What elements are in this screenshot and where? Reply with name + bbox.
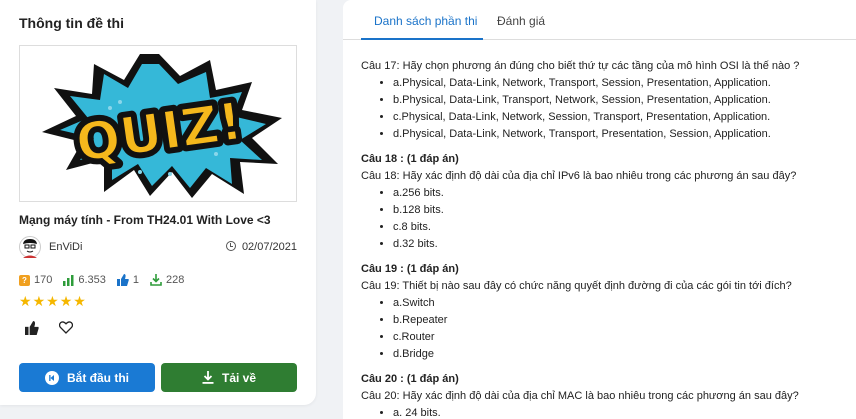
option-item: b.128 bits.: [393, 202, 851, 219]
option-item: d.Physical, Data-Link, Network, Transpor…: [393, 126, 851, 143]
view-count: 6.353: [78, 274, 106, 286]
like-count: 1: [132, 274, 140, 286]
option-item: a.Physical, Data-Link, Network, Transpor…: [393, 75, 851, 92]
download-exam-label: Tải về: [221, 370, 257, 385]
heart-icon: [59, 321, 73, 334]
tab-reviews[interactable]: Đánh giá: [497, 14, 545, 28]
stat-questions: ? 170: [19, 274, 52, 286]
start-exam-label: Bắt đầu thi: [67, 370, 129, 385]
option-list: a.Switch b.Repeater c.Router d.Bridge: [393, 295, 851, 363]
option-list: a. 24 bits.: [393, 405, 851, 419]
thumbs-up-icon: [116, 274, 129, 286]
question-count: 170: [34, 274, 53, 286]
publish-date: 02/07/2021: [225, 241, 297, 253]
thumbs-up-icon: [25, 321, 39, 335]
avatar[interactable]: [19, 236, 41, 258]
clock-icon: [225, 241, 236, 251]
question-text: Câu 17: Hãy chọn phương án đúng cho biết…: [361, 60, 800, 72]
download-icon: [150, 274, 162, 286]
option-item: d.32 bits.: [393, 236, 851, 253]
star-icon: ★: [19, 293, 32, 309]
option-item: c.8 bits.: [393, 219, 851, 236]
question-count-icon: ?: [19, 274, 30, 286]
exam-content-panel: Danh sách phần thi Đánh giá Câu 17: Hãy …: [343, 0, 856, 419]
rating-stars: ★ ★ ★ ★ ★: [19, 294, 87, 308]
stat-views: 6.353: [63, 274, 106, 286]
play-back-icon: [45, 370, 59, 385]
download-exam-button[interactable]: Tải về: [161, 363, 297, 392]
question-header: Câu 20 : (1 đáp án): [361, 373, 459, 385]
question-item: Câu 19 : (1 đáp án) Câu 19: Thiết bị nào…: [361, 261, 851, 363]
quiz-cover-image: QUIZ! QUIZ!: [19, 45, 297, 202]
stat-downloads: 228: [150, 274, 184, 286]
question-text: Câu 19: Thiết bị nào sau đây có chức năn…: [361, 280, 792, 292]
like-button[interactable]: [25, 321, 39, 335]
exam-info-title: Thông tin đề thi: [19, 15, 124, 31]
author-row: EnViDi 02/07/2021: [19, 236, 297, 258]
author-name[interactable]: EnViDi: [49, 241, 82, 253]
question-item: Câu 20 : (1 đáp án) Câu 20: Hãy xác định…: [361, 371, 851, 419]
option-list: a.256 bits. b.128 bits. c.8 bits. d.32 b…: [393, 185, 851, 253]
question-item: Câu 17: Hãy chọn phương án đúng cho biết…: [361, 58, 851, 143]
exam-name: Mạng máy tính - From TH24.01 With Love <…: [19, 213, 271, 227]
question-header: Câu 19 : (1 đáp án): [361, 263, 459, 275]
question-list: Câu 17: Hãy chọn phương án đúng cho biết…: [361, 58, 851, 419]
active-tab-indicator: [361, 38, 483, 40]
tab-question-list[interactable]: Danh sách phần thi: [374, 14, 477, 28]
option-item: b.Repeater: [393, 312, 851, 329]
question-text: Câu 20: Hãy xác định độ dài của địa chỉ …: [361, 390, 799, 402]
exam-info-card: Thông tin đề thi QUIZ! QUIZ! Mạng máy tí…: [0, 0, 316, 405]
option-item: b.Physical, Data-Link, Transport, Networ…: [393, 92, 851, 109]
start-exam-button[interactable]: Bắt đầu thi: [19, 363, 155, 392]
star-icon: ★: [59, 293, 73, 309]
question-item: Câu 18 : (1 đáp án) Câu 18: Hãy xác định…: [361, 151, 851, 253]
card-actions: [25, 321, 93, 335]
star-icon: ★: [73, 293, 86, 309]
exam-stats: ? 170 6.353 1 228: [19, 274, 195, 286]
star-icon: ★: [46, 293, 59, 309]
tab-bar: Danh sách phần thi Đánh giá: [343, 0, 856, 40]
publish-date-text: 02/07/2021: [241, 241, 297, 253]
option-item: c.Physical, Data-Link, Network, Session,…: [393, 109, 851, 126]
question-header: Câu 18 : (1 đáp án): [361, 153, 459, 165]
stat-likes: 1: [116, 274, 140, 286]
favorite-button[interactable]: [59, 321, 73, 335]
download-icon: [202, 371, 214, 384]
question-text: Câu 18: Hãy xác định độ dài của địa chỉ …: [361, 170, 797, 182]
download-count: 228: [166, 274, 185, 286]
views-icon: [63, 274, 74, 286]
option-list: a.Physical, Data-Link, Network, Transpor…: [393, 75, 851, 143]
option-item: a. 24 bits.: [393, 405, 851, 419]
option-item: d.Bridge: [393, 346, 851, 363]
option-item: c.Router: [393, 329, 851, 346]
star-icon: ★: [32, 293, 46, 309]
option-item: a.256 bits.: [393, 185, 851, 202]
option-item: a.Switch: [393, 295, 851, 312]
